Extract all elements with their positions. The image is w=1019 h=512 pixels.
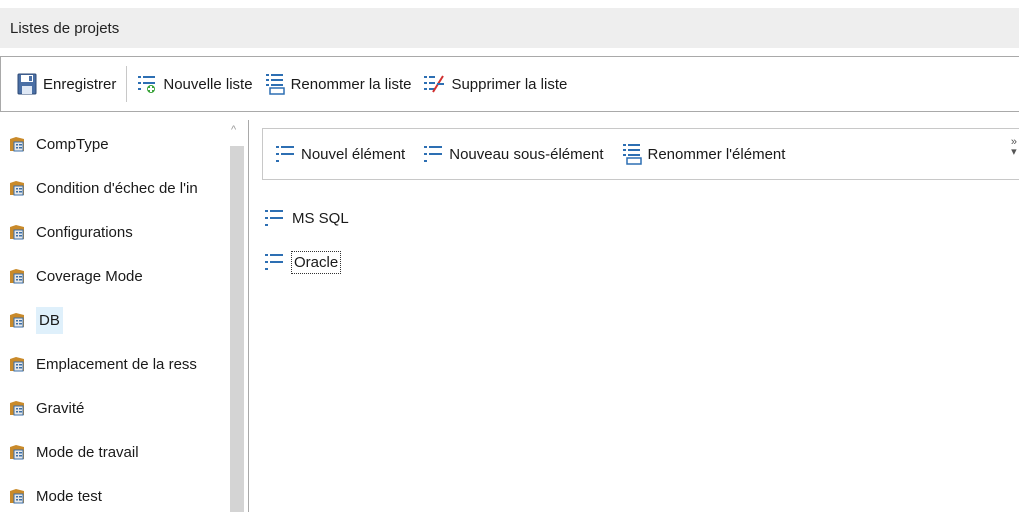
delete-list-button-label: Supprimer la liste	[451, 75, 568, 93]
new-item-button[interactable]: Nouvel élément	[269, 136, 411, 172]
sidebar-item-emplacement[interactable]: Emplacement de la ress	[8, 348, 197, 380]
list-item-icon	[265, 254, 283, 270]
save-icon	[17, 73, 37, 95]
rename-item-button[interactable]: Renommer l'élément	[616, 136, 792, 172]
project-lists-sidebar: CompType Condition d'échec de l'in Confi…	[0, 120, 248, 512]
rename-item-button-label: Renommer l'élément	[647, 145, 786, 163]
sidebar-item-mode-de-travail[interactable]: Mode de travail	[8, 436, 139, 468]
toolbar-overflow-button[interactable]: » ▾	[1011, 137, 1017, 158]
scroll-up-arrow-icon[interactable]: ^	[231, 124, 236, 136]
list-item-oracle[interactable]: Oracle	[264, 248, 342, 276]
new-list-icon	[138, 76, 156, 93]
rename-list-button[interactable]: Renommer la liste	[259, 66, 418, 102]
delete-list-button[interactable]: Supprimer la liste	[417, 66, 573, 102]
dropdown-arrow-icon: ▾	[1011, 146, 1017, 158]
list-folder-icon	[10, 137, 24, 152]
sidebar-item-label: CompType	[36, 135, 109, 153]
main-toolbar: Enregistrer Nouvelle liste Renommer la l…	[0, 56, 1019, 112]
new-item-button-label: Nouvel élément	[301, 145, 406, 163]
sidebar-item-condition-echec[interactable]: Condition d'échec de l'in	[8, 172, 198, 204]
rename-list-button-label: Renommer la liste	[290, 75, 412, 93]
list-item-ms-sql[interactable]: MS SQL	[264, 204, 349, 232]
panel-divider	[248, 120, 249, 512]
new-subitem-button-label: Nouveau sous-élément	[449, 145, 604, 163]
list-folder-icon	[10, 225, 24, 240]
sidebar-item-mode-test[interactable]: Mode test	[8, 480, 102, 512]
sidebar-item-coverage-mode[interactable]: Coverage Mode	[8, 260, 143, 292]
list-folder-icon	[10, 489, 24, 504]
list-item-icon	[265, 210, 283, 226]
sidebar-item-gravite[interactable]: Gravité	[8, 392, 84, 424]
sidebar-item-label: Gravité	[36, 399, 85, 417]
sidebar-item-label: Condition d'échec de l'in	[36, 179, 198, 197]
sidebar-item-label: Coverage Mode	[36, 267, 143, 285]
list-item-label: Oracle	[290, 250, 342, 274]
new-list-button[interactable]: Nouvelle liste	[131, 66, 258, 102]
sidebar-item-configurations[interactable]: Configurations	[8, 216, 133, 248]
save-button[interactable]: Enregistrer	[11, 66, 122, 102]
rename-item-icon	[622, 144, 642, 165]
sidebar-item-label: Mode test	[36, 487, 102, 505]
item-toolbar: Nouvel élément Nouveau sous-élément Reno…	[262, 128, 1019, 180]
list-folder-icon	[10, 313, 24, 328]
save-button-label: Enregistrer	[43, 75, 117, 93]
new-subitem-button[interactable]: Nouveau sous-élément	[417, 136, 609, 172]
delete-list-icon	[424, 75, 445, 93]
new-list-button-label: Nouvelle liste	[163, 75, 253, 93]
rename-list-icon	[265, 74, 285, 95]
sidebar-scrollbar[interactable]: ^	[228, 120, 246, 512]
list-folder-icon	[10, 445, 24, 460]
sidebar-item-comptype[interactable]: CompType	[8, 128, 109, 160]
list-item-icon	[276, 146, 294, 162]
toolbar-separator	[126, 66, 128, 102]
sidebar-item-label: Mode de travail	[36, 443, 139, 461]
sidebar-item-label: DB	[36, 306, 63, 334]
list-folder-icon	[10, 401, 24, 416]
list-folder-icon	[10, 181, 24, 196]
sidebar-item-label: Emplacement de la ress	[36, 355, 197, 373]
sidebar-item-label: Configurations	[36, 223, 133, 241]
sidebar-item-db[interactable]: DB	[8, 304, 63, 336]
list-folder-icon	[10, 269, 24, 284]
scrollbar-thumb[interactable]	[230, 146, 244, 512]
list-subitem-icon	[424, 146, 443, 162]
list-folder-icon	[10, 357, 24, 372]
window-title-bar: Listes de projets	[0, 8, 1019, 48]
window-title: Listes de projets	[10, 19, 120, 37]
list-item-label: MS SQL	[292, 209, 349, 227]
